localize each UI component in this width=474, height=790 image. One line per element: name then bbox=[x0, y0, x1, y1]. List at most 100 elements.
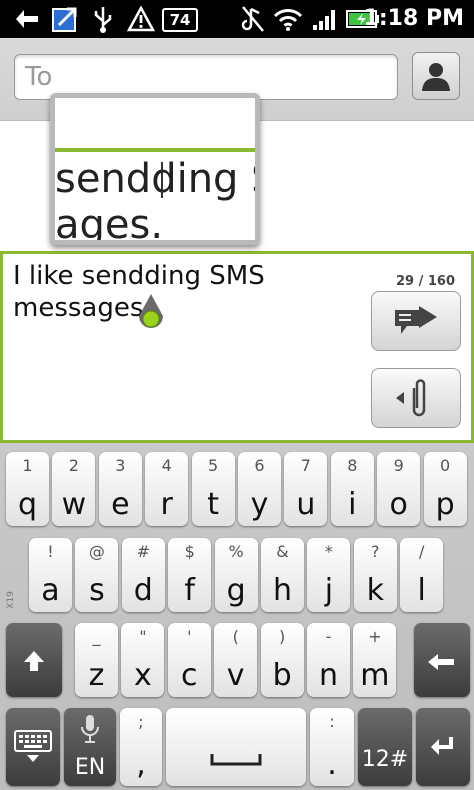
key-label: j bbox=[324, 573, 334, 608]
language-label: EN bbox=[74, 755, 106, 780]
key-label: h bbox=[272, 573, 292, 608]
key-c[interactable]: ' c bbox=[167, 623, 211, 697]
key-hint: # bbox=[136, 542, 150, 561]
key-hint: _ bbox=[92, 627, 101, 646]
key-n[interactable]: -n bbox=[307, 623, 350, 697]
key-hint: ? bbox=[371, 542, 380, 561]
key-hint: 8 bbox=[347, 456, 358, 475]
space-key[interactable] bbox=[166, 708, 306, 786]
key-a[interactable]: ! a bbox=[29, 538, 72, 612]
key-e[interactable]: 3e bbox=[98, 452, 142, 526]
key-label: d bbox=[133, 573, 153, 608]
key-hint: : bbox=[329, 712, 335, 731]
shift-arrow-icon bbox=[24, 651, 44, 671]
text-selection-handle[interactable] bbox=[137, 294, 165, 332]
key-comma[interactable]: ; , bbox=[120, 708, 162, 786]
key-hint: * bbox=[324, 542, 333, 561]
contact-icon bbox=[422, 63, 450, 91]
app-update-icon bbox=[50, 6, 82, 32]
warning-icon bbox=[126, 6, 156, 32]
key-hint: 1 bbox=[22, 456, 33, 475]
key-r[interactable]: 4r bbox=[145, 452, 189, 526]
shift-key[interactable] bbox=[6, 623, 62, 697]
signal-icon bbox=[310, 6, 340, 32]
key-w[interactable]: 2w bbox=[52, 452, 96, 526]
send-button[interactable] bbox=[371, 291, 461, 351]
key-t[interactable]: 5t bbox=[191, 452, 235, 526]
key-label: y bbox=[250, 487, 269, 522]
key-label: n bbox=[318, 658, 338, 693]
key-label: q bbox=[17, 487, 38, 522]
key-hint: ) bbox=[278, 627, 286, 646]
backspace-key[interactable] bbox=[414, 623, 470, 697]
key-b[interactable]: ) b bbox=[260, 623, 304, 697]
key-label: e bbox=[111, 487, 130, 522]
enter-arrow-icon bbox=[431, 737, 453, 755]
key-hint: 9 bbox=[393, 456, 404, 475]
key-hint: ! bbox=[47, 542, 54, 561]
key-label: r bbox=[160, 487, 173, 522]
contact-picker-button[interactable] bbox=[412, 52, 460, 100]
key-q[interactable]: 1q bbox=[6, 452, 49, 526]
attach-icon bbox=[396, 379, 426, 417]
symbols-label: 12# bbox=[361, 747, 409, 772]
key-hint: ' bbox=[187, 627, 192, 646]
keyboard-settings-key[interactable] bbox=[6, 708, 60, 786]
message-input[interactable]: I like sendding SMS messages. bbox=[13, 260, 363, 324]
key-k[interactable]: ? k bbox=[353, 538, 397, 612]
key-s[interactable]: @ s bbox=[75, 538, 119, 612]
clock-time: 1:18 bbox=[363, 6, 419, 31]
attach-button[interactable] bbox=[371, 368, 461, 428]
key-hint: ( bbox=[232, 627, 239, 646]
key-label: , bbox=[136, 747, 146, 782]
key-v[interactable]: (v bbox=[214, 623, 258, 697]
key-l[interactable]: / l bbox=[400, 538, 444, 612]
key-o[interactable]: 9o bbox=[377, 452, 421, 526]
status-bar: 74 1:18 PM bbox=[0, 0, 474, 38]
key-label: . bbox=[327, 747, 337, 782]
key-x[interactable]: " x bbox=[121, 623, 165, 697]
key-f[interactable]: $ f bbox=[168, 538, 212, 612]
key-label: o bbox=[389, 487, 408, 522]
key-hint: - bbox=[325, 627, 332, 646]
key-hint: $ bbox=[184, 542, 195, 561]
key-label: s bbox=[89, 573, 105, 608]
keyboard-side-label: X19 bbox=[5, 591, 16, 609]
compose-area: I like sendding SMS messages. 29 / 160 bbox=[0, 251, 474, 443]
key-hint: % bbox=[228, 542, 244, 561]
microphone-icon bbox=[81, 715, 99, 743]
key-hint: 7 bbox=[300, 456, 311, 475]
key-label: z bbox=[88, 658, 105, 693]
key-label: i bbox=[348, 487, 357, 522]
back-icon bbox=[12, 6, 42, 32]
voice-language-key[interactable]: EN bbox=[64, 708, 116, 786]
key-m[interactable]: + m bbox=[353, 623, 397, 697]
key-label: t bbox=[207, 487, 219, 522]
key-label: p bbox=[435, 487, 455, 522]
clock-suffix: PM bbox=[425, 6, 464, 31]
key-i[interactable]: 8i bbox=[330, 452, 374, 526]
key-u[interactable]: 7u bbox=[284, 452, 328, 526]
key-j[interactable]: * j bbox=[307, 538, 351, 612]
keyboard-hide-icon bbox=[14, 730, 52, 762]
character-counter: 29 / 160 bbox=[395, 274, 455, 289]
key-period[interactable]: : . bbox=[310, 708, 354, 786]
cursor-handle-icon bbox=[139, 294, 163, 328]
usb-icon bbox=[90, 6, 116, 33]
key-label: v bbox=[226, 658, 245, 693]
key-hint: 3 bbox=[115, 456, 126, 475]
key-p[interactable]: 0p bbox=[423, 452, 467, 526]
key-z[interactable]: _ z bbox=[75, 623, 118, 697]
symbols-key[interactable]: 12# bbox=[358, 708, 412, 786]
enter-key[interactable] bbox=[416, 708, 470, 786]
key-y[interactable]: 6y bbox=[238, 452, 281, 526]
key-label: w bbox=[61, 487, 87, 522]
key-d[interactable]: # d bbox=[121, 538, 165, 612]
mute-icon bbox=[240, 6, 266, 32]
magnifier-line-2: ages. bbox=[55, 202, 164, 245]
key-label: l bbox=[417, 573, 426, 608]
key-h[interactable]: & h bbox=[261, 538, 304, 612]
key-label: k bbox=[366, 573, 384, 608]
key-hint: 5 bbox=[208, 456, 219, 475]
key-g[interactable]: % g bbox=[214, 538, 258, 612]
